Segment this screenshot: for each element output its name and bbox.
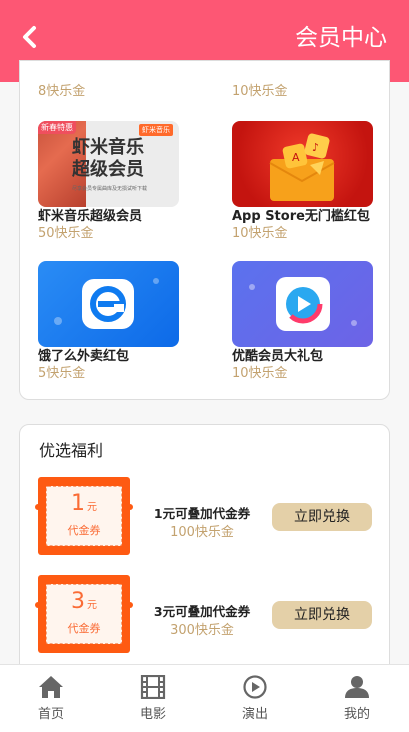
tab-label: 演出 [241,707,268,722]
coupon-label: 代金券 [67,524,101,537]
gift-item-appstore[interactable]: A ♪ App Store无门槛红包 10快乐金 [232,121,373,243]
gift-item-eleme[interactable]: 饿了么外卖红包 5快乐金 [38,261,179,383]
chevron-left-icon [23,26,36,48]
svg-text:♪: ♪ [312,141,319,154]
svg-text:A: A [292,151,300,164]
bottom-tab-bar: 首页 电影 演出 我的 [0,664,409,732]
gift-name: 优酷会员大礼包 [232,349,324,364]
coupon-face: 3元 代金券 [46,584,122,644]
gift-image-youku [232,261,373,347]
gift-name: App Store无门槛红包 [232,209,370,224]
offer-price: 100快乐金 [170,525,234,540]
back-button[interactable] [16,22,46,52]
tab-movies[interactable]: 电影 [102,665,204,732]
gift-price: 8快乐金 [38,84,86,99]
coupon-notch [35,602,41,608]
coupon-value: 3 [71,589,85,614]
image-heading: 超级会员 [72,159,144,180]
gift-list-card: 8快乐金 10快乐金 新春特惠 虾米音乐 虾米音乐 超级会员 尽享会员专属曲库及… [19,60,390,400]
tab-label: 首页 [37,707,64,722]
section-title: 优选福利 [39,441,104,460]
user-icon [345,676,369,698]
offer-title: 1元可叠加代金券 [153,506,251,521]
gift-price: 10快乐金 [232,366,288,381]
image-subtitle: 尽享会员专属曲库及无损试听下载 [72,186,148,192]
coupon-amount: 1元 [47,490,121,522]
eleme-logo-icon [54,278,159,329]
redeem-button[interactable]: 立即兑换 [272,601,372,629]
gift-price: 10快乐金 [232,226,288,241]
gift-image-eleme [38,261,179,347]
gift-price: 50快乐金 [38,226,94,241]
page-title: 会员中心 [295,25,387,51]
coupon-notch [127,602,133,608]
offer-title: 3元可叠加代金券 [153,604,251,619]
coupon-notch [127,504,133,510]
gift-name: 虾米音乐超级会员 [38,209,143,224]
coupon-3yuan: 3元 代金券 [35,575,133,653]
coupon-unit: 元 [87,600,97,611]
red-envelope-icon: A ♪ [269,133,335,201]
tab-label: 我的 [343,707,370,722]
home-icon [39,676,63,698]
gift-image-xiami: 新春特惠 虾米音乐 虾米音乐 超级会员 尽享会员专属曲库及无损试听下载 [38,121,179,207]
offer-price: 300快乐金 [170,623,234,638]
brand-logo: 虾米音乐 [139,124,173,136]
gift-price: 5快乐金 [38,366,86,381]
film-icon [140,675,166,699]
gift-item-xiami[interactable]: 新春特惠 虾米音乐 虾米音乐 超级会员 尽享会员专属曲库及无损试听下载 虾米音乐… [38,121,179,243]
coupon-amount: 3元 [47,588,121,620]
tab-shows[interactable]: 演出 [204,665,306,732]
gift-item-youku[interactable]: 优酷会员大礼包 10快乐金 [232,261,373,383]
coupon-unit: 元 [87,502,97,513]
tab-label: 电影 [139,707,166,722]
gift-price: 10快乐金 [232,84,288,99]
coupon-value: 1 [71,491,85,516]
promo-tag: 新春特惠 [38,121,76,134]
gift-image-appstore: A ♪ [232,121,373,207]
coupon-1yuan: 1元 代金券 [35,477,133,555]
coupon-face: 1元 代金券 [46,486,122,546]
youku-logo-icon [249,277,357,331]
tab-home[interactable]: 首页 [0,665,102,732]
redeem-button[interactable]: 立即兑换 [272,503,372,531]
gift-name: 饿了么外卖红包 [38,349,130,364]
image-heading: 虾米音乐 [72,137,144,158]
play-icon [243,675,267,699]
tab-mine[interactable]: 我的 [306,665,408,732]
coupon-notch [35,504,41,510]
coupon-label: 代金券 [67,622,101,635]
